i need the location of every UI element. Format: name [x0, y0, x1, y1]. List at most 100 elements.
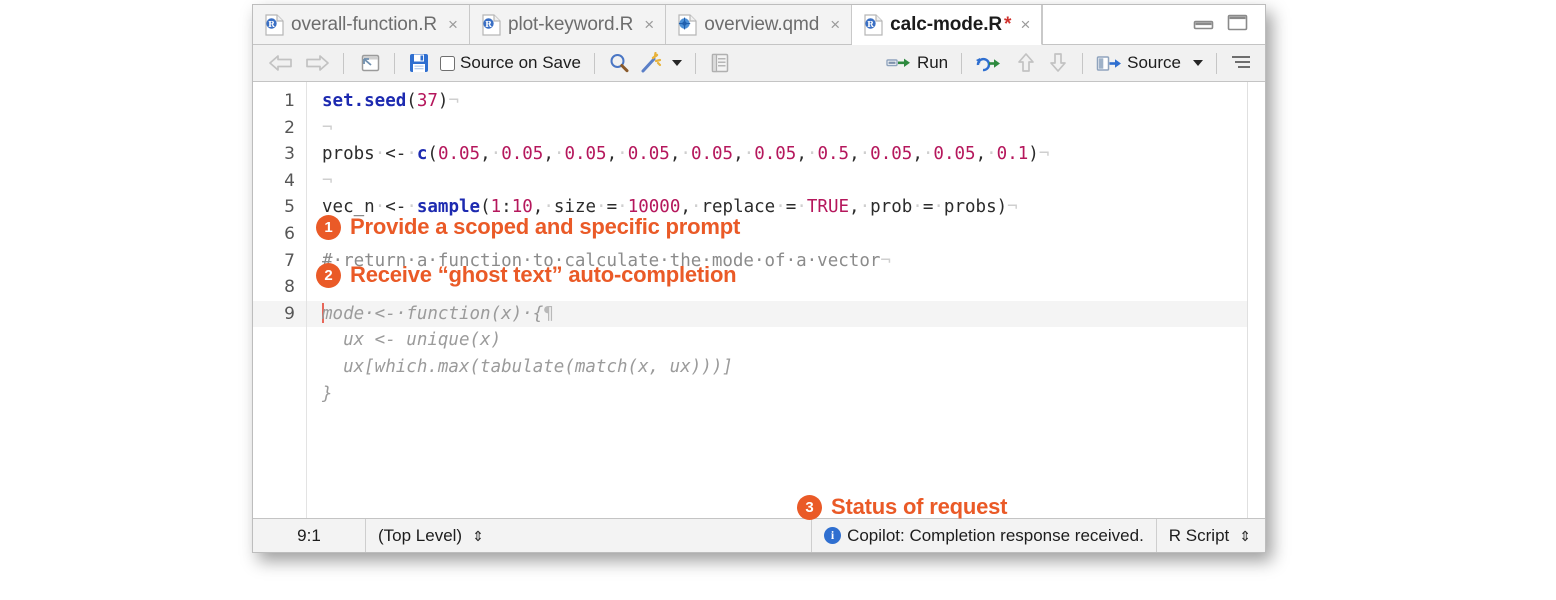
chevron-down-icon[interactable]: [671, 60, 682, 66]
code-token: ¬: [322, 170, 333, 191]
toolbar-divider: [593, 52, 595, 74]
code-token: ·: [796, 197, 807, 218]
code-line[interactable]: [307, 274, 1265, 301]
line-number: 9: [253, 300, 306, 328]
source-button[interactable]: Source: [1091, 51, 1208, 75]
compile-report-icon[interactable]: [704, 50, 736, 76]
tab-overview-qmd[interactable]: overview.qmd ×: [666, 5, 853, 44]
checkbox-box: [440, 55, 455, 71]
line-number: 6: [284, 223, 295, 244]
code-token: ,: [532, 197, 544, 218]
line-number: [253, 381, 306, 408]
scope-selector[interactable]: (Top Level) ⇕: [366, 519, 813, 552]
code-token: replace: [701, 197, 776, 218]
code-area[interactable]: set.seed(37)¬ ¬ probs·<-·c(0.05,·0.05,·0.0…: [307, 82, 1265, 518]
save-button[interactable]: [403, 50, 435, 76]
code-token: 10: [511, 197, 533, 218]
code-token: 0.05: [564, 144, 607, 165]
line-number: 5: [284, 197, 295, 218]
code-line[interactable]: vec_n·<-·sample(1:10,·size·=·10000,·repl…: [307, 194, 1265, 221]
close-icon[interactable]: ×: [448, 16, 458, 33]
close-icon[interactable]: ×: [830, 16, 840, 33]
code-line[interactable]: #·return·a·function·to·calculate·the·mod…: [307, 248, 1265, 275]
svg-text:R: R: [867, 19, 874, 29]
magnifier-icon[interactable]: [603, 50, 635, 76]
code-token: probs: [322, 144, 375, 165]
code-token: ,: [912, 144, 923, 165]
copilot-status[interactable]: i Copilot: Completion response received.: [812, 519, 1157, 552]
rstudio-source-pane: R overall-function.R × R plot-keyword.R …: [252, 4, 1266, 553]
toolbar-divider: [1082, 52, 1084, 74]
document-outline-icon[interactable]: [1225, 51, 1257, 75]
tab-plot-keyword-r[interactable]: R plot-keyword.R ×: [469, 5, 667, 44]
line-number-gutter: 1 2 3 4 5 6 7 89: [253, 82, 307, 518]
code-token: ·: [617, 144, 628, 165]
code-token: ,: [849, 197, 860, 218]
code-token: ,: [680, 197, 691, 218]
code-token: 0.1: [996, 144, 1029, 165]
file-type-selector[interactable]: R Script ⇕: [1157, 519, 1265, 552]
back-arrow-icon[interactable]: [263, 52, 299, 74]
code-line[interactable]: mode·<-·function(x)·{¶: [307, 300, 1265, 328]
previous-chunk-icon[interactable]: [1010, 50, 1042, 76]
run-button[interactable]: Run: [881, 51, 953, 75]
code-line[interactable]: ux[which.max(tabulate(match(x, ux)))]: [307, 354, 1265, 381]
toolbar-divider: [961, 52, 963, 74]
quarto-file-icon: [678, 13, 697, 36]
r-file-icon: R: [265, 13, 284, 36]
code-token: ): [996, 197, 1008, 218]
cursor-position[interactable]: 9:1: [253, 519, 366, 552]
tab-dirty-marker: *: [1004, 13, 1012, 35]
chevron-down-icon[interactable]: [1193, 60, 1203, 66]
tab-overall-function-r[interactable]: R overall-function.R ×: [253, 5, 470, 44]
code-line[interactable]: ¬: [307, 168, 1265, 195]
forward-arrow-icon[interactable]: [299, 52, 335, 74]
code-line[interactable]: ux <- unique(x): [307, 327, 1265, 354]
source-on-save-checkbox[interactable]: Source on Save: [435, 51, 586, 75]
cursor-position-label: 9:1: [297, 525, 321, 545]
code-token: 37: [416, 91, 438, 111]
line-number: 8: [284, 277, 295, 298]
toolbar-divider: [394, 52, 395, 74]
code-token: ¬: [880, 250, 891, 271]
next-chunk-icon[interactable]: [1042, 50, 1074, 76]
code-line[interactable]: ¬: [307, 115, 1265, 142]
code-token: 10000: [627, 197, 681, 218]
code-token: ·: [374, 197, 386, 218]
info-icon: i: [824, 527, 842, 544]
code-token: =: [606, 197, 618, 218]
code-token: ): [437, 91, 449, 111]
close-icon[interactable]: ×: [1020, 16, 1030, 33]
code-token: ): [1028, 144, 1039, 165]
line-number: [253, 327, 306, 354]
maximize-pane-icon[interactable]: [1226, 13, 1249, 37]
code-line[interactable]: set.seed(37)¬: [307, 88, 1265, 115]
show-in-new-window-icon[interactable]: [352, 51, 386, 76]
code-token: 0.05: [627, 144, 670, 165]
code-token: ,: [796, 144, 807, 165]
code-token: c: [416, 144, 428, 165]
code-token: ·: [374, 144, 386, 165]
r-file-icon: R: [864, 13, 883, 36]
minimize-pane-icon[interactable]: [1192, 13, 1215, 36]
code-editor[interactable]: 123456789 set.seed(37)¬ ¬ probs·<-·c(0.05,…: [253, 82, 1265, 518]
screenshot-root: R overall-function.R × R plot-keyword.R …: [0, 0, 1556, 600]
rerun-icon[interactable]: [970, 52, 1010, 75]
code-line[interactable]: probs·<-·c(0.05,·0.05,·0.05,·0.05,·0.05,…: [307, 141, 1265, 168]
code-token: 0.05: [690, 144, 734, 165]
code-token: ·: [680, 144, 691, 165]
code-token: ·: [406, 197, 417, 218]
code-token: (: [427, 144, 438, 165]
code-token: ·: [596, 197, 607, 218]
tab-calc-mode-r[interactable]: R calc-mode.R * ×: [852, 5, 1043, 45]
code-token: ·: [553, 144, 565, 165]
code-line[interactable]: }: [307, 381, 1265, 408]
magic-wand-icon[interactable]: [635, 50, 687, 76]
r-file-icon: R: [482, 13, 501, 36]
code-token: 0.05: [501, 144, 544, 165]
editor-vertical-scrollbar[interactable]: [1247, 82, 1265, 518]
tab-label: calc-mode.R: [890, 13, 1003, 35]
code-line[interactable]: [307, 221, 1265, 248]
close-icon[interactable]: ×: [644, 16, 654, 33]
svg-text:R: R: [485, 19, 492, 29]
